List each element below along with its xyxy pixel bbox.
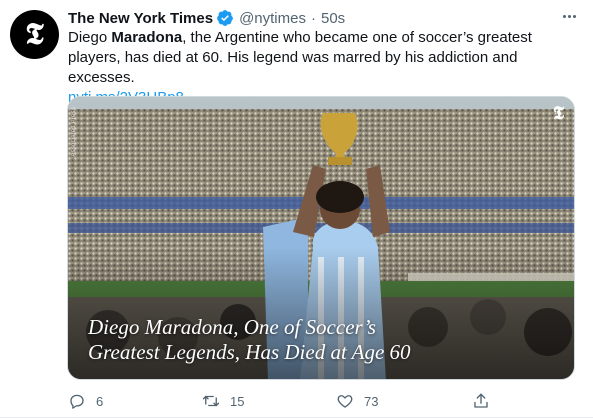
caption-line: Diego Maradona, One of Soccer’s <box>88 315 376 339</box>
avatar[interactable]: 𝕿 <box>10 10 59 59</box>
retweet-count: 15 <box>230 393 245 409</box>
reply-button[interactable]: 6 <box>68 392 103 410</box>
media-card[interactable]: Associated Press 𝕿 Diego Maradona, One o… <box>67 96 575 380</box>
photo-credit: Associated Press <box>71 107 77 157</box>
handle[interactable]: @nytimes <box>239 10 306 27</box>
reply-count: 6 <box>96 393 104 409</box>
separator-dot: · <box>310 9 316 27</box>
nyt-logo-icon: 𝕿 <box>552 103 564 124</box>
retweet-button[interactable]: 15 <box>202 392 244 410</box>
share-icon <box>474 393 488 408</box>
tweet-actions: 6 15 73 <box>68 392 498 412</box>
media-caption: Diego Maradona, One of Soccer’s Greatest… <box>88 315 411 365</box>
timestamp[interactable]: 50s <box>321 10 345 27</box>
share-button[interactable] <box>472 392 490 410</box>
nyt-logo-icon: 𝕿 <box>25 16 44 52</box>
like-button[interactable]: 73 <box>336 392 378 410</box>
verified-badge-icon <box>217 10 233 26</box>
reply-icon <box>70 394 84 409</box>
more-icon[interactable] <box>559 6 579 26</box>
like-count: 73 <box>364 393 379 409</box>
tweet[interactable]: 𝕿 The New York Times @nytimes · 50s Dieg… <box>0 0 593 418</box>
tweet-text-start: Diego <box>68 29 112 46</box>
display-name[interactable]: The New York Times <box>68 10 213 27</box>
tweet-header: The New York Times @nytimes · 50s <box>68 8 579 28</box>
tweet-text-bold: Maradona <box>111 29 183 46</box>
heart-icon <box>337 395 353 408</box>
caption-line: Greatest Legends, Has Died at Age 60 <box>88 340 411 364</box>
retweet-icon <box>202 395 220 407</box>
